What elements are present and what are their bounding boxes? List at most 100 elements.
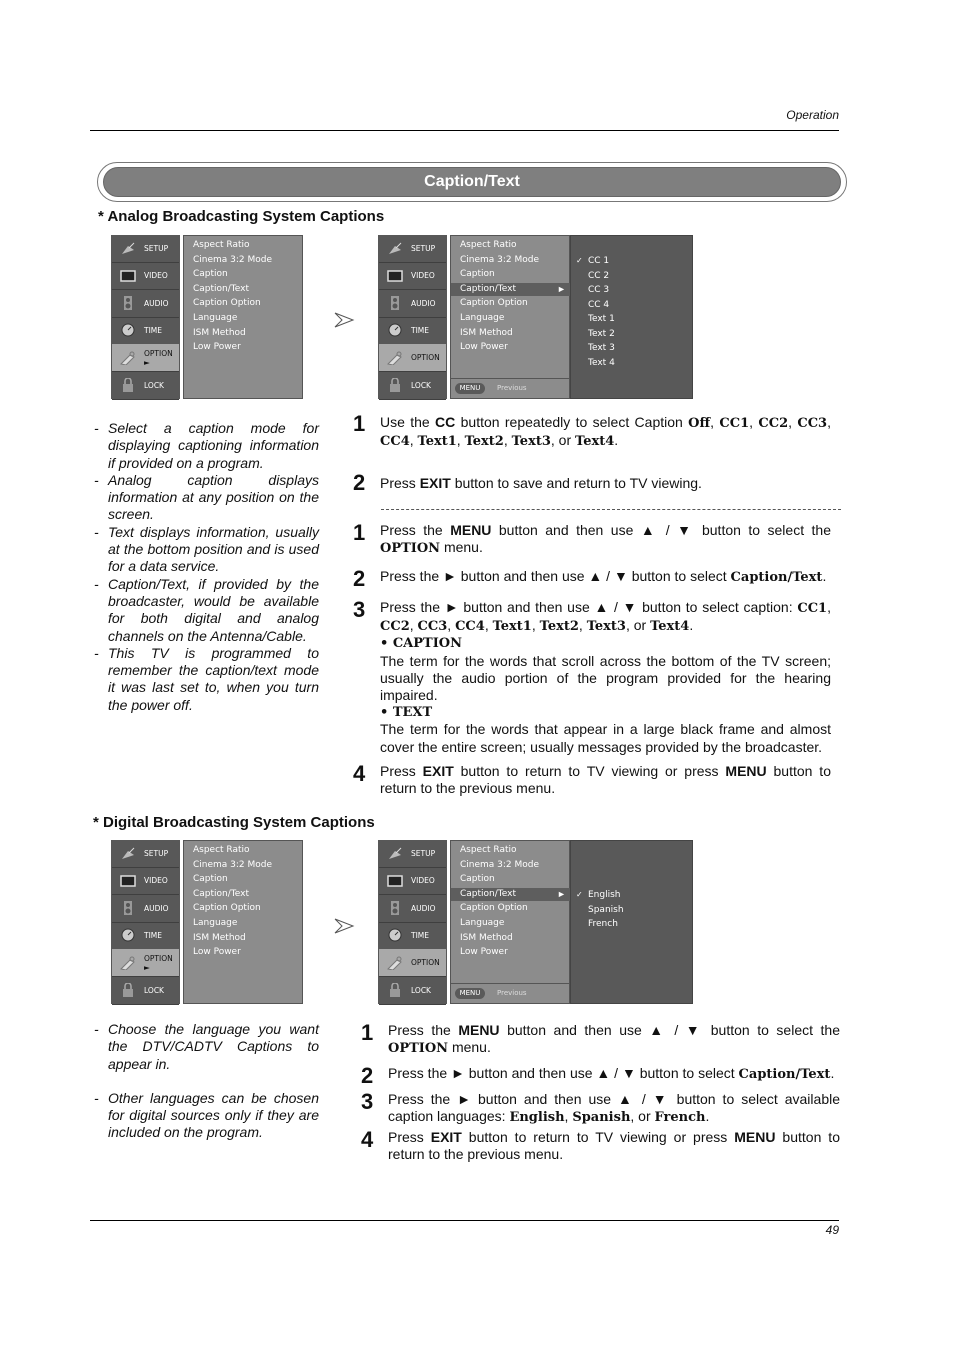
header-rule [90, 130, 839, 131]
menu-tab-label: TIME [411, 325, 430, 335]
menu-tab-video[interactable]: VIDEO [379, 262, 446, 291]
menu-tab-setup[interactable]: SETUP [379, 235, 446, 263]
menu-item[interactable]: Language [460, 313, 504, 323]
menu-item[interactable]: Cinema 3:2 Mode [193, 255, 272, 265]
option-name: CC4 [455, 619, 485, 635]
clock-icon [120, 928, 136, 942]
menu-button[interactable]: MENU [455, 383, 485, 394]
menu-tab-video[interactable]: VIDEO [112, 867, 179, 896]
menu-tab-label: OPTION ► [144, 348, 173, 367]
caption-option[interactable]: English [588, 890, 621, 900]
menu-item[interactable]: Caption/Text [193, 284, 249, 294]
menu-item[interactable]: Caption Option [460, 903, 528, 913]
menu-item[interactable]: Caption/Text [193, 889, 249, 899]
caption-option[interactable]: CC 4 [588, 300, 609, 310]
menu-tab-audio[interactable]: AUDIO [112, 290, 179, 318]
menu-tab-audio[interactable]: AUDIO [112, 895, 179, 923]
menu-item[interactable]: Cinema 3:2 Mode [193, 860, 272, 870]
menu-step-3: 3 Press the ► button and then use ▲ / ▼ … [353, 597, 831, 755]
menu-tab-label: LOCK [144, 985, 164, 995]
section-title-banner: Caption/Text [97, 162, 847, 202]
menu-item[interactable]: Language [193, 313, 237, 323]
menu-tab-lock[interactable]: LOCK [112, 977, 179, 1005]
menu-item[interactable]: Caption [193, 874, 228, 884]
menu-item[interactable]: Caption [460, 269, 495, 279]
menu-tab-time[interactable]: TIME [112, 317, 179, 345]
menu-tab-setup[interactable]: SETUP [112, 235, 179, 263]
menu-item[interactable]: Caption Option [193, 298, 261, 308]
note-text: Caption/Text, if provided by the broadca… [108, 575, 319, 644]
caption-option[interactable]: Spanish [588, 905, 624, 915]
menu-tab-option[interactable]: OPTION [379, 949, 446, 978]
note-item: - Select a caption mode for displaying ca… [94, 420, 319, 472]
menu-item[interactable]: Caption/Text [460, 284, 516, 294]
bullet-dash: - [94, 644, 99, 661]
menu-item[interactable]: Caption [460, 874, 495, 884]
menu-tab-audio[interactable]: AUDIO [379, 290, 446, 318]
menu-footer: MENU Previous [451, 983, 569, 1003]
menu-tab-lock[interactable]: LOCK [379, 977, 446, 1005]
menu-item[interactable]: Aspect Ratio [460, 845, 517, 855]
digital-step-4: 4 Press EXIT button to return to TV view… [361, 1127, 840, 1163]
menu-tab-option[interactable]: OPTION ► [112, 344, 179, 373]
menu-tab-label: LOCK [411, 985, 431, 995]
menu-tab-video[interactable]: VIDEO [379, 867, 446, 896]
menu-item[interactable]: Cinema 3:2 Mode [460, 860, 539, 870]
menu-tab-time[interactable]: TIME [379, 922, 446, 950]
menu-button[interactable]: MENU [455, 988, 485, 999]
option-name: Text3 [511, 434, 551, 450]
menu-item[interactable]: ISM Method [460, 328, 513, 338]
tv-menu-screenshot-digital-caption: SETUP VIDEO AUDIO TIME OPTION LOCK Aspect Rati… [378, 840, 693, 1005]
menu-tab-label: AUDIO [144, 298, 169, 308]
tag-icon [119, 956, 136, 971]
caption-option[interactable]: CC 1 [588, 256, 609, 266]
option-name: Off [688, 416, 711, 431]
note-text: This TV is programmed to remember the ca… [108, 644, 319, 713]
caption-option[interactable]: CC 3 [588, 285, 609, 295]
right-arrow-icon: ► [557, 888, 566, 899]
caption-option[interactable]: Text 3 [588, 343, 615, 353]
menu-tab-lock[interactable]: LOCK [379, 372, 446, 400]
menu-tab-time[interactable]: TIME [112, 922, 179, 950]
caption-option[interactable]: CC 2 [588, 271, 609, 281]
menu-tab-option[interactable]: OPTION [379, 344, 446, 373]
menu-step-2: 2 Press the ► button and then use ▲ / ▼ … [353, 566, 827, 591]
menu-item[interactable]: ISM Method [193, 933, 246, 943]
menu-item[interactable]: Caption [193, 269, 228, 279]
menu-tab-setup[interactable]: SETUP [112, 840, 179, 868]
menu-item[interactable]: Language [460, 918, 504, 928]
menu-item[interactable]: ISM Method [460, 933, 513, 943]
menu-item[interactable]: Caption/Text [460, 889, 516, 899]
caption-option[interactable]: French [588, 919, 618, 929]
menu-item[interactable]: Caption Option [460, 298, 528, 308]
bullet-dash: - [94, 575, 99, 592]
menu-item[interactable]: Cinema 3:2 Mode [460, 255, 539, 265]
menu-item[interactable]: Aspect Ratio [193, 845, 250, 855]
menu-item[interactable]: ISM Method [193, 328, 246, 338]
caption-option[interactable]: Text 4 [588, 358, 615, 368]
menu-tab-time[interactable]: TIME [379, 317, 446, 345]
clock-icon [387, 928, 403, 942]
note-text: Text displays information, usually at th… [108, 523, 319, 575]
menu-item[interactable]: Caption Option [193, 903, 261, 913]
caption-option[interactable]: Text 1 [588, 314, 615, 324]
option-name: Text4 [650, 619, 690, 635]
menu-item[interactable]: Low Power [193, 947, 241, 957]
menu-item[interactable]: Low Power [193, 342, 241, 352]
menu-tab-audio[interactable]: AUDIO [379, 895, 446, 923]
menu-tab-label: TIME [144, 930, 163, 940]
monitor-icon [120, 874, 136, 888]
menu-item[interactable]: Low Power [460, 947, 508, 957]
menu-item[interactable]: Aspect Ratio [460, 240, 517, 250]
menu-item[interactable]: Low Power [460, 342, 508, 352]
menu-tab-video[interactable]: VIDEO [112, 262, 179, 291]
caption-option[interactable]: Text 2 [588, 329, 615, 339]
menu-tab-option[interactable]: OPTION ► [112, 949, 179, 978]
digital-notes: - Choose the language you want the DTV/CA… [94, 1021, 319, 1142]
menu-tab-lock[interactable]: LOCK [112, 372, 179, 400]
menu-tab-setup[interactable]: SETUP [379, 840, 446, 868]
analog-notes: - Select a caption mode for displaying ca… [94, 420, 319, 714]
cc-step-1: 1 Use the CC button repeatedly to select… [353, 411, 831, 450]
menu-item[interactable]: Aspect Ratio [193, 240, 250, 250]
menu-item[interactable]: Language [193, 918, 237, 928]
